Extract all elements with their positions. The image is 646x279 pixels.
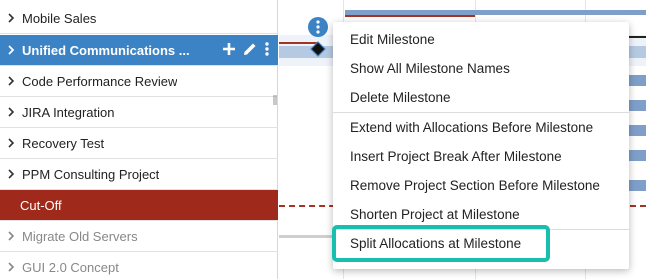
pencil-icon[interactable] xyxy=(242,41,258,60)
project-row-code-performance-review[interactable]: Code Performance Review xyxy=(0,66,278,97)
chevron-right-icon[interactable] xyxy=(0,138,22,148)
project-name: Code Performance Review xyxy=(22,73,178,89)
chevron-right-icon[interactable] xyxy=(0,76,22,86)
milestone-menu-button[interactable] xyxy=(308,17,328,37)
project-row-ppm-consulting[interactable]: PPM Consulting Project xyxy=(0,159,278,190)
project-row-jira-integration[interactable]: JIRA Integration xyxy=(0,97,278,128)
row-actions xyxy=(222,41,278,60)
project-name: GUI 2.0 Concept xyxy=(22,259,119,275)
more-vertical-icon[interactable] xyxy=(264,41,270,60)
project-name: PPM Consulting Project xyxy=(22,166,160,182)
project-row-migrate-old-servers[interactable]: Migrate Old Servers xyxy=(0,221,278,252)
project-list: Mobile Sales Unified Communications ... … xyxy=(0,0,278,279)
project-name: Mobile Sales xyxy=(22,10,97,26)
menu-item-insert-project-break[interactable]: Insert Project Break After Milestone xyxy=(333,142,629,170)
menu-item-extend-with-allocations[interactable]: Extend with Allocations Before Milestone xyxy=(333,113,629,141)
menu-item-shorten-project[interactable]: Shorten Project at Milestone xyxy=(333,200,629,228)
panel-resize-handle[interactable] xyxy=(273,92,277,105)
menu-item-edit-milestone[interactable]: Edit Milestone xyxy=(333,25,629,53)
highlight-box xyxy=(332,225,550,262)
project-row-recovery-test[interactable]: Recovery Test xyxy=(0,128,278,159)
project-name: Recovery Test xyxy=(22,135,105,151)
more-vertical-icon xyxy=(316,20,320,34)
allocation-bar xyxy=(279,235,339,238)
project-name: Migrate Old Servers xyxy=(22,228,138,244)
diamond-icon[interactable] xyxy=(310,41,326,62)
menu-item-show-all-milestone-names[interactable]: Show All Milestone Names xyxy=(333,54,629,82)
cutoff-label: Cut-Off xyxy=(20,197,62,213)
menu-item-delete-milestone[interactable]: Delete Milestone xyxy=(333,83,629,111)
chevron-right-icon[interactable] xyxy=(0,169,22,179)
cutoff-line xyxy=(345,15,475,17)
chevron-right-icon[interactable] xyxy=(0,262,22,272)
chevron-right-icon[interactable] xyxy=(0,13,22,23)
menu-item-remove-project-section[interactable]: Remove Project Section Before Milestone xyxy=(333,171,629,199)
project-name: JIRA Integration xyxy=(22,104,115,120)
project-name: Unified Communications ... xyxy=(22,42,190,58)
plus-icon[interactable] xyxy=(222,42,236,59)
chevron-right-icon[interactable] xyxy=(0,231,22,241)
chevron-right-icon[interactable] xyxy=(0,107,22,117)
project-row-unified-communications[interactable]: Unified Communications ... xyxy=(0,35,278,66)
project-row-mobile-sales[interactable]: Mobile Sales xyxy=(0,3,278,34)
project-row-gui-concept[interactable]: GUI 2.0 Concept xyxy=(0,252,278,279)
cutoff-row: Cut-Off xyxy=(0,190,278,221)
chevron-right-icon[interactable] xyxy=(0,45,22,55)
